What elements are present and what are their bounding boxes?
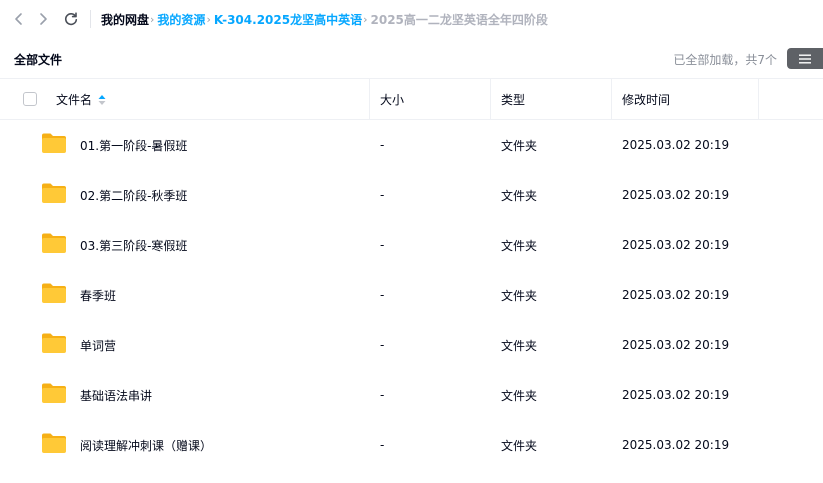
file-modified-time: 2025.03.02 20:19 (622, 288, 730, 302)
file-name[interactable]: 基础语法串讲 (80, 370, 152, 420)
file-size: - (380, 338, 385, 352)
folder-icon (42, 183, 66, 203)
column-header-size[interactable]: 大小 (380, 79, 404, 120)
breadcrumb: 我的网盘 › 我的资源 › K-304.2025龙坚高中英语 › 2025高一二… (101, 0, 548, 38)
file-name[interactable]: 单词营 (80, 320, 116, 370)
table-header: 文件名 大小 类型 修改时间 (0, 78, 823, 120)
breadcrumb-separator: › (150, 12, 155, 26)
breadcrumb-item-current: 2025高一二龙坚英语全年四阶段 (370, 12, 548, 27)
file-type: 文件夹 (501, 338, 538, 353)
navigation-bar: 我的网盘 › 我的资源 › K-304.2025龙坚高中英语 › 2025高一二… (0, 0, 823, 38)
breadcrumb-separator: › (363, 12, 368, 26)
file-modified-time: 2025.03.02 20:19 (622, 238, 730, 252)
column-divider (611, 79, 612, 120)
file-toolbar: 全部文件 已全部加载，共7个 (0, 38, 823, 78)
column-header-type[interactable]: 类型 (501, 79, 525, 120)
select-all-checkbox[interactable] (23, 92, 37, 106)
file-size: - (380, 288, 385, 302)
table-row[interactable]: 03.第三阶段-寒假班 - 文件夹 2025.03.02 20:19 (0, 220, 823, 270)
file-modified-time: 2025.03.02 20:19 (622, 188, 730, 202)
breadcrumb-item-my-resources[interactable]: 我的资源 (157, 11, 205, 28)
file-type: 文件夹 (501, 188, 538, 203)
file-type: 文件夹 (501, 238, 538, 253)
column-header-modified[interactable]: 修改时间 (622, 79, 670, 120)
file-name[interactable]: 01.第一阶段-暑假班 (80, 120, 187, 170)
refresh-icon (64, 12, 78, 26)
table-row[interactable]: 02.第二阶段-秋季班 - 文件夹 2025.03.02 20:19 (0, 170, 823, 220)
file-size: - (380, 138, 385, 152)
folder-icon (42, 333, 66, 353)
nav-divider (90, 10, 91, 28)
folder-icon (42, 283, 66, 303)
file-modified-time: 2025.03.02 20:19 (622, 138, 730, 152)
file-type: 文件夹 (501, 138, 538, 153)
file-name[interactable]: 春季班 (80, 270, 116, 320)
column-divider (758, 79, 759, 120)
file-type: 文件夹 (501, 388, 538, 403)
folder-icon (42, 383, 66, 403)
chevron-left-icon (15, 13, 22, 25)
loaded-count-text: 已全部加载，共7个 (673, 53, 777, 67)
file-modified-time: 2025.03.02 20:19 (622, 338, 730, 352)
file-modified-time: 2025.03.02 20:19 (622, 388, 730, 402)
file-name[interactable]: 02.第二阶段-秋季班 (80, 170, 187, 220)
table-row[interactable]: 阅读理解冲刺课（赠课） - 文件夹 2025.03.02 20:19 (0, 420, 823, 470)
breadcrumb-separator: › (206, 12, 211, 26)
view-mode-button[interactable] (787, 48, 823, 69)
folder-icon (42, 433, 66, 453)
table-row[interactable]: 单词营 - 文件夹 2025.03.02 20:19 (0, 320, 823, 370)
column-divider (369, 79, 370, 120)
file-name[interactable]: 03.第三阶段-寒假班 (80, 220, 187, 270)
file-size: - (380, 238, 385, 252)
sort-icon[interactable] (98, 94, 106, 106)
forward-button[interactable] (33, 9, 53, 29)
column-header-name[interactable]: 文件名 (56, 79, 106, 120)
file-type: 文件夹 (501, 288, 538, 303)
breadcrumb-item-course[interactable]: K-304.2025龙坚高中英语 (214, 11, 362, 28)
file-type: 文件夹 (501, 438, 538, 453)
back-button[interactable] (9, 9, 29, 29)
chevron-right-icon (40, 13, 47, 25)
file-modified-time: 2025.03.02 20:19 (622, 438, 730, 452)
file-name[interactable]: 阅读理解冲刺课（赠课） (80, 420, 212, 470)
file-size: - (380, 188, 385, 202)
all-files-title: 全部文件 (14, 53, 63, 67)
column-header-name-label: 文件名 (56, 93, 93, 107)
table-row[interactable]: 01.第一阶段-暑假班 - 文件夹 2025.03.02 20:19 (0, 120, 823, 170)
list-view-icon (799, 54, 811, 63)
file-size: - (380, 388, 385, 402)
table-row[interactable]: 春季班 - 文件夹 2025.03.02 20:19 (0, 270, 823, 320)
folder-icon (42, 133, 66, 153)
breadcrumb-item-my-drive[interactable]: 我的网盘 (101, 11, 149, 28)
refresh-button[interactable] (61, 9, 81, 29)
file-size: - (380, 438, 385, 452)
table-row[interactable]: 基础语法串讲 - 文件夹 2025.03.02 20:19 (0, 370, 823, 420)
column-divider (490, 79, 491, 120)
folder-icon (42, 233, 66, 253)
